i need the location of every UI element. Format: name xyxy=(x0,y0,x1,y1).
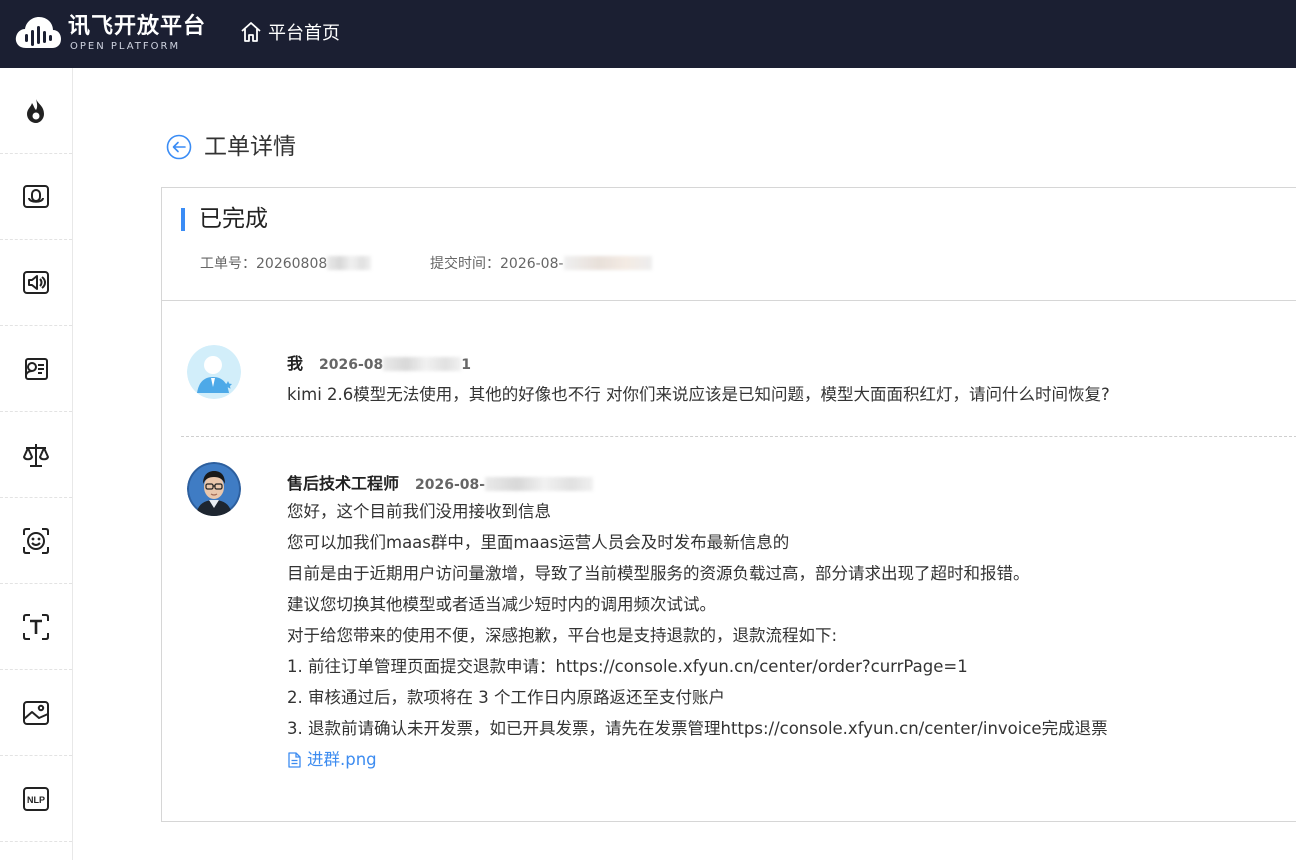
ticket-id-value: 20260808 xyxy=(256,256,328,272)
message-line: 建议您切换其他模型或者适当减少短时内的调用频次试试。 xyxy=(287,595,716,614)
message-line: kimi 2.6模型无法使用，其他的好像也不行 对你们来说应该是已知问题，模型大… xyxy=(287,385,1110,404)
page-header: 工单详情 xyxy=(166,132,296,162)
message-time-prefix: 2026-08 xyxy=(319,357,384,373)
ticket-card: 已完成 工单号：20260808 提交时间：2026-08- 我 2026-08… xyxy=(161,187,1296,822)
speaker-icon xyxy=(23,270,49,294)
message-time: 2026-08 1 xyxy=(319,357,471,373)
sidebar-item-evaluation[interactable] xyxy=(0,412,72,498)
ticket-id: 工单号：20260808 xyxy=(200,255,372,273)
redacted-time xyxy=(485,477,594,491)
sidebar-item-nlp[interactable]: NLP xyxy=(0,756,72,842)
attachment-name: 进群.png xyxy=(307,750,377,769)
message-line: 1. 前往订单管理页面提交退款申请：https://console.xfyun.… xyxy=(287,657,968,676)
image-icon xyxy=(23,700,49,725)
platform-home-label: 平台首页 xyxy=(268,23,340,44)
sender-name: 售后技术工程师 xyxy=(287,474,400,493)
platform-home-link[interactable]: 平台首页 xyxy=(240,18,340,46)
back-arrow-icon[interactable] xyxy=(166,134,192,160)
face-scan-icon xyxy=(23,527,49,554)
message-divider xyxy=(181,436,1296,437)
ticket-status: 已完成 xyxy=(199,206,268,232)
ticket-header: 已完成 工单号：20260808 提交时间：2026-08- xyxy=(162,188,1296,301)
status-accent-bar xyxy=(181,208,185,231)
message-time-suffix: 1 xyxy=(461,357,472,373)
sidebar-item-hot[interactable] xyxy=(0,68,72,154)
text-scan-icon xyxy=(23,613,49,640)
microphone-icon xyxy=(23,184,49,208)
message-line: 目前是由于近期用户访问量激增，导致了当前模型服务的资源负载过高，部分请求出现了超… xyxy=(287,564,1030,583)
user-avatar-icon xyxy=(187,345,241,399)
message-time: 2026-08- xyxy=(415,477,594,493)
ticket-submit-time: 提交时间：2026-08- xyxy=(430,255,652,273)
attachment-link[interactable]: 进群.png xyxy=(287,744,1108,775)
sender-name: 我 xyxy=(287,354,304,373)
message-header: 售后技术工程师 2026-08- xyxy=(287,470,594,494)
voice-doc-icon xyxy=(25,357,48,380)
cloud-logo-icon xyxy=(15,17,62,48)
message-body: kimi 2.6模型无法使用，其他的好像也不行 对你们来说应该是已知问题，模型大… xyxy=(287,379,1110,410)
sidebar-item-speech-synthesis[interactable] xyxy=(0,240,72,326)
sidebar-item-ocr[interactable] xyxy=(0,584,72,670)
sidebar-item-speech-recognition[interactable] xyxy=(0,154,72,240)
redacted-time xyxy=(383,357,462,371)
message-body: 您好，这个目前我们没用接收到信息 您可以加我们maas群中，里面maas运营人员… xyxy=(287,496,1108,775)
sidebar-item-voice-transcription[interactable] xyxy=(0,326,72,412)
message-time-prefix: 2026-08- xyxy=(415,477,486,493)
submit-time-label: 提交时间： xyxy=(430,256,500,272)
ticket-id-label: 工单号： xyxy=(200,256,256,272)
flame-icon xyxy=(27,98,44,123)
logo[interactable]: 讯飞开放平台 OPEN PLATFORM xyxy=(14,12,205,56)
user-avatar xyxy=(187,345,241,399)
scale-icon xyxy=(23,443,49,467)
sidebar: NLP xyxy=(0,68,73,860)
message-line: 对于给您带来的使用不便，深感抱歉，平台也是支持退款的，退款流程如下: xyxy=(287,626,838,645)
message-line: 您可以加我们maas群中，里面maas运营人员会及时发布最新信息的 xyxy=(287,533,790,552)
support-avatar xyxy=(187,462,241,516)
message-header: 我 2026-08 1 xyxy=(287,350,471,374)
message-line: 2. 审核通过后，款项将在 3 个工作日内原路返还至支付账户 xyxy=(287,688,725,707)
logo-subtitle: OPEN PLATFORM xyxy=(70,41,181,52)
nlp-icon: NLP xyxy=(23,786,49,811)
sidebar-item-image[interactable] xyxy=(0,670,72,756)
submit-time-value: 2026-08- xyxy=(500,256,564,272)
file-icon xyxy=(288,751,301,768)
message-line: 3. 退款前请确认未开发票，如已开具发票，请先在发票管理https://cons… xyxy=(287,719,1108,738)
redacted-id xyxy=(327,256,372,270)
home-icon xyxy=(241,22,261,42)
nlp-icon-label: NLP xyxy=(27,795,45,805)
message-line: 您好，这个目前我们没用接收到信息 xyxy=(287,502,551,521)
logo-title: 讯飞开放平台 xyxy=(68,14,207,39)
redacted-time xyxy=(563,256,652,270)
top-bar: 讯飞开放平台 OPEN PLATFORM 平台首页 xyxy=(0,0,1296,68)
page-title: 工单详情 xyxy=(204,134,296,160)
engineer-avatar-icon xyxy=(187,462,241,516)
sidebar-item-face[interactable] xyxy=(0,498,72,584)
